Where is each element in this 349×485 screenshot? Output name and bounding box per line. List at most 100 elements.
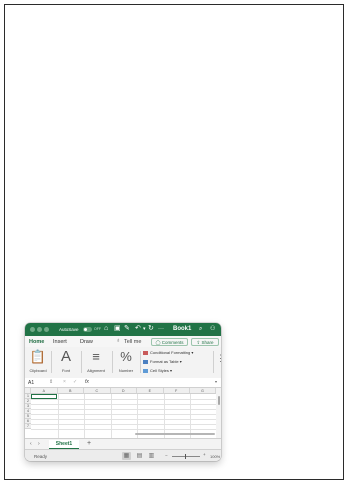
spreadsheet-grid[interactable]: A B C D E F G 1 2 3 4 5 6 7 xyxy=(25,388,221,438)
save-icon[interactable]: ▣ xyxy=(114,325,121,333)
cell-styles-button[interactable]: Cell Styles ▾ xyxy=(143,368,172,373)
autosave-state: OFF xyxy=(94,327,101,331)
zoom-in-icon[interactable]: + xyxy=(203,452,206,457)
confirm-icon[interactable]: ✓ xyxy=(73,379,77,385)
grid-line xyxy=(31,414,216,415)
ribbon-divider xyxy=(51,351,52,373)
align-icon: ≡ xyxy=(92,349,100,364)
title-bar: AutoSave OFF ⌂ ▣ ✎ ↶ ▾ ↻ ··· Book1 ⌕ ⚇ xyxy=(25,323,221,336)
grid-line xyxy=(110,394,112,438)
grid-line xyxy=(163,394,165,438)
horizontal-scroll-thumb[interactable] xyxy=(135,433,215,435)
conditional-formatting-label: Conditional Formatting xyxy=(150,350,191,355)
format-as-table-label: Format as Table xyxy=(150,359,179,364)
clipboard-group[interactable]: 📋 Clipboard xyxy=(28,349,48,373)
grid-line xyxy=(84,394,85,438)
conditional-formatting-icon xyxy=(143,350,148,355)
prev-sheet-icon[interactable]: ‹ xyxy=(30,441,32,447)
share-people-icon[interactable]: ⚇ xyxy=(210,325,215,333)
ribbon-overflow-icon[interactable]: ⋮ xyxy=(216,353,221,364)
status-bar: Ready ▦ ▤ ▥ − + 100% xyxy=(25,449,221,461)
search-icon[interactable]: ⌕ xyxy=(199,325,202,333)
vertical-scrollbar[interactable] xyxy=(216,388,221,438)
percent-icon: % xyxy=(120,349,132,364)
ribbon-tabs: Home Insert Draw ♁ Tell me ◯ Comments ⇪ … xyxy=(25,336,221,348)
more-icon[interactable]: ··· xyxy=(158,325,164,333)
column-header[interactable]: G xyxy=(190,388,216,394)
edit-icon[interactable]: ✎ xyxy=(124,325,130,333)
format-as-table-button[interactable]: Format as Table ▾ xyxy=(143,359,182,364)
page-break-view-icon[interactable]: ▥ xyxy=(147,452,156,460)
redo-icon[interactable]: ↻ xyxy=(148,325,154,333)
zoom-slider-thumb[interactable] xyxy=(185,454,186,459)
vertical-scroll-thumb[interactable] xyxy=(217,396,220,405)
share-label: Share xyxy=(201,339,214,345)
number-label: Number xyxy=(118,368,134,373)
status-text: Ready xyxy=(34,453,48,459)
function-icon[interactable]: fx xyxy=(85,379,89,385)
tell-me-search[interactable]: Tell me xyxy=(124,339,141,345)
grid-line xyxy=(31,399,216,400)
autosave-label: AutoSave xyxy=(59,327,79,332)
tab-draw[interactable]: Draw xyxy=(80,339,93,345)
chevron-down-icon[interactable]: ▾ xyxy=(143,325,146,333)
alignment-group[interactable]: ≡ Alignment xyxy=(83,349,109,373)
zoom-window-button[interactable] xyxy=(44,327,49,332)
font-label: Font xyxy=(61,368,70,373)
home-icon[interactable]: ⌂ xyxy=(104,325,108,333)
expand-formula-icon[interactable]: ▾ xyxy=(215,379,217,384)
zoom-out-icon[interactable]: − xyxy=(165,453,168,458)
formula-bar: A1 ⇕ × ✓ fx ▾ xyxy=(25,378,221,388)
undo-icon[interactable]: ↶ xyxy=(135,325,141,333)
next-sheet-icon[interactable]: › xyxy=(38,441,40,447)
grid-line xyxy=(31,424,216,425)
format-as-table-icon xyxy=(143,359,148,364)
close-window-button[interactable] xyxy=(30,327,35,332)
tab-insert[interactable]: Insert xyxy=(53,339,67,345)
minimize-window-button[interactable] xyxy=(37,327,42,332)
excel-window: AutoSave OFF ⌂ ▣ ✎ ↶ ▾ ↻ ··· Book1 ⌕ ⚇ H… xyxy=(25,323,221,461)
ribbon-divider xyxy=(213,351,214,373)
lightbulb-icon: ♁ xyxy=(116,337,121,344)
sheet-tab[interactable]: Sheet1 xyxy=(49,440,79,449)
autosave-toggle[interactable] xyxy=(83,326,92,332)
clipboard-label: Clipboard xyxy=(29,368,47,373)
column-header[interactable]: E xyxy=(137,388,164,394)
ribbon: 📋 Clipboard A Font ≡ Alignment % Number … xyxy=(25,347,221,379)
page-layout-view-icon[interactable]: ▤ xyxy=(135,452,144,460)
grid-line xyxy=(31,409,216,410)
ribbon-divider xyxy=(81,351,82,373)
column-header[interactable]: B xyxy=(57,388,84,394)
ribbon-divider xyxy=(112,351,113,373)
column-header[interactable]: C xyxy=(84,388,111,394)
cell-styles-label: Cell Styles xyxy=(150,368,169,373)
grid-line xyxy=(137,394,138,438)
add-sheet-button[interactable]: + xyxy=(87,440,91,447)
active-cell[interactable] xyxy=(31,394,57,399)
name-box[interactable]: A1 xyxy=(28,380,34,386)
ribbon-divider xyxy=(140,351,141,373)
zoom-slider[interactable] xyxy=(172,456,200,457)
clipboard-icon: 📋 xyxy=(29,349,47,364)
column-header[interactable]: D xyxy=(110,388,137,394)
column-header[interactable]: F xyxy=(163,388,190,394)
share-button[interactable]: ⇪ Share xyxy=(191,337,219,346)
cell-styles-icon xyxy=(143,368,148,373)
number-group[interactable]: % Number xyxy=(114,349,138,373)
grid-line xyxy=(31,404,216,405)
grid-line xyxy=(57,394,59,438)
comments-button[interactable]: ◯ Comments xyxy=(151,337,188,346)
font-icon: A xyxy=(60,348,71,365)
grid-line xyxy=(31,429,216,430)
comments-label: Comments xyxy=(161,339,184,345)
conditional-formatting-button[interactable]: Conditional Formatting ▾ xyxy=(143,350,193,355)
grid-line xyxy=(31,419,216,420)
stepper-icon[interactable]: ⇕ xyxy=(49,379,53,385)
zoom-level: 100% xyxy=(210,453,221,459)
normal-view-icon[interactable]: ▦ xyxy=(122,451,131,460)
grid-line xyxy=(190,394,191,438)
tab-home[interactable]: Home xyxy=(29,339,45,348)
cancel-icon[interactable]: × xyxy=(63,379,66,385)
font-group[interactable]: A Font xyxy=(55,348,77,374)
book-title: Book1 xyxy=(173,326,192,332)
